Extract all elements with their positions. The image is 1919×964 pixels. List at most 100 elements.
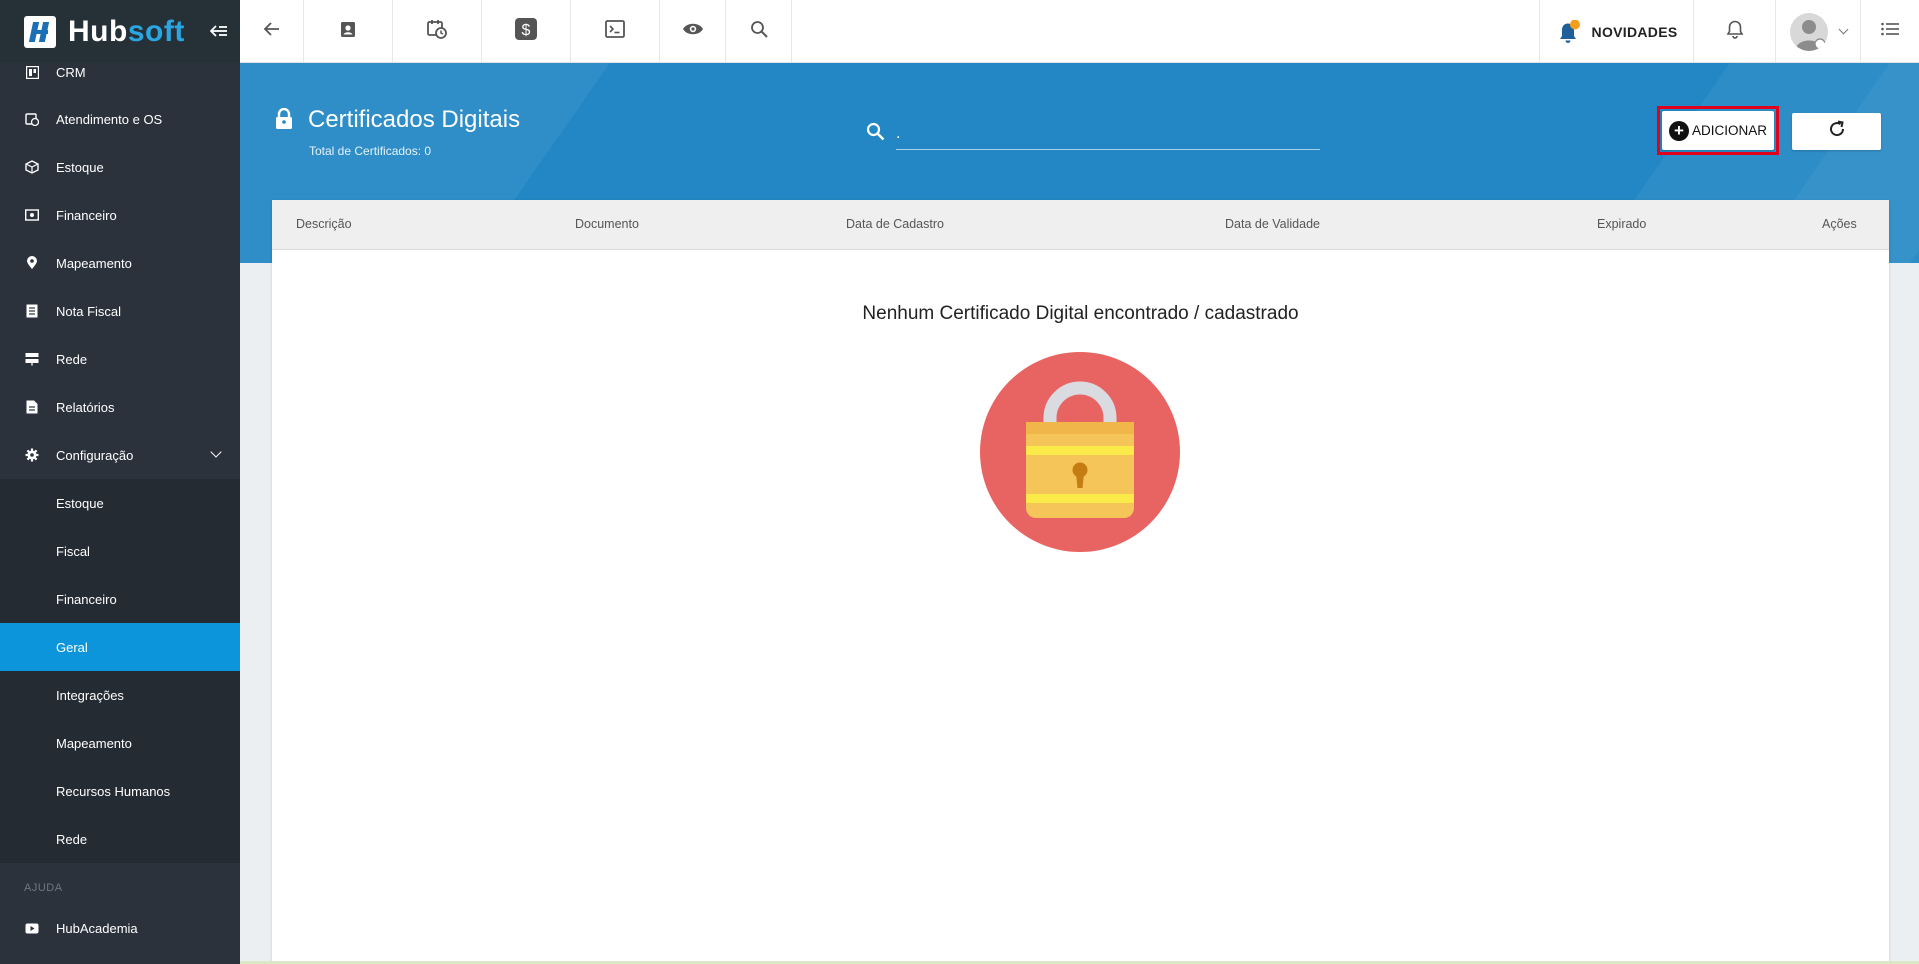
column-header-acoes: Ações — [1822, 217, 1857, 231]
user-menu[interactable] — [1775, 0, 1860, 63]
column-header-descricao[interactable]: Descrição — [296, 217, 352, 231]
sidebar-item-label: Rede — [56, 351, 88, 367]
document-icon — [25, 304, 39, 318]
search-icon — [866, 122, 885, 146]
sidebar-item-configuracao[interactable]: Configuração — [0, 431, 240, 479]
refresh-icon — [1828, 120, 1846, 143]
sidebar-sub-item-label: Estoque — [56, 495, 104, 511]
sidebar-item-hubacademia[interactable]: HubAcademia — [0, 904, 240, 952]
sidebar-sub-item-label: Mapeamento — [56, 735, 132, 751]
column-header-data-validade[interactable]: Data de Validade — [1225, 217, 1320, 231]
top-bar: $ NOVIDADES — [240, 0, 1919, 63]
add-button-label: ADICIONAR — [1691, 123, 1767, 138]
sidebar-section-ajuda: AJUDA — [24, 882, 63, 894]
sidebar-item-mapeamento[interactable]: Mapeamento — [0, 239, 240, 287]
sidebar-sub-item-label: Financeiro — [56, 591, 117, 607]
certificate-count: Total de Certificados: 0 — [309, 144, 432, 158]
server-icon — [25, 352, 39, 366]
contact-card-icon — [340, 21, 356, 43]
sidebar-sub-item-mapeamento[interactable]: Mapeamento — [0, 719, 240, 767]
sidebar: Hubsoft CRM Atendimento e OS Estoque Fin… — [0, 0, 240, 964]
back-arrow-icon — [263, 22, 280, 41]
novidades-button[interactable]: NOVIDADES — [1539, 0, 1693, 63]
sidebar-item-estoque[interactable]: Estoque — [0, 143, 240, 191]
sidebar-sub-item-label: Integrações — [56, 687, 124, 703]
sidebar-item-crm[interactable]: CRM — [0, 48, 240, 96]
sidebar-sub-item-label: Rede — [56, 831, 88, 847]
avatar — [1789, 12, 1828, 51]
youtube-icon — [25, 921, 39, 935]
sidebar-sub-item-fiscal[interactable]: Fiscal — [0, 527, 240, 575]
app-logo-text: Hubsoft — [68, 15, 185, 49]
column-header-documento[interactable]: Documento — [575, 217, 639, 231]
empty-state-lock-icon — [980, 352, 1180, 557]
sidebar-sub-item-recursos-humanos[interactable]: Recursos Humanos — [0, 767, 240, 815]
calendar-clock-icon — [427, 19, 447, 44]
board-icon — [25, 65, 39, 79]
sidebar-item-label: Mapeamento — [56, 255, 132, 271]
sidebar-item-label: CRM — [56, 64, 86, 80]
hubsoft-logo-icon — [24, 15, 56, 48]
empty-state-message: Nenhum Certificado Digital encontrado / … — [862, 303, 1299, 324]
eye-icon — [682, 22, 704, 41]
chevron-down-icon — [210, 446, 222, 458]
sidebar-item-label: Relatórios — [56, 399, 115, 415]
sidebar-item-label: Estoque — [56, 159, 104, 175]
sidebar-sub-item-estoque[interactable]: Estoque — [0, 479, 240, 527]
sidebar-item-label: HubAcademia — [56, 920, 138, 936]
sidebar-sub-item-label: Geral — [56, 639, 88, 655]
novidades-label: NOVIDADES — [1591, 23, 1678, 40]
sidebar-item-financeiro[interactable]: Financeiro — [0, 191, 240, 239]
chevron-down-icon — [1838, 24, 1848, 35]
page-title: Certificados Digitais — [308, 106, 521, 133]
dollar-icon: $ — [515, 18, 537, 45]
plus-circle-icon: + — [1668, 120, 1689, 141]
svg-text:$: $ — [522, 22, 531, 39]
add-button[interactable]: + ADICIONAR — [1662, 111, 1774, 150]
collapse-menu-icon[interactable] — [209, 22, 228, 43]
gear-icon — [25, 448, 39, 462]
refresh-button[interactable] — [1792, 113, 1881, 150]
column-header-expirado[interactable]: Expirado — [1597, 217, 1646, 231]
sidebar-item-label: Configuração — [56, 447, 134, 463]
table-header: Descrição Documento Data de Cadastro Dat… — [272, 200, 1889, 250]
menu-list-button[interactable] — [1860, 0, 1919, 63]
logo-soft: soft — [127, 14, 185, 48]
sidebar-item-label: Atendimento e OS — [56, 111, 163, 127]
sidebar-item-relatorios[interactable]: Relatórios — [0, 383, 240, 431]
novidades-bell-icon — [1556, 19, 1580, 44]
sidebar-sub-item-label: Fiscal — [56, 543, 90, 559]
logo-hub: Hub — [68, 14, 128, 48]
bell-icon — [1726, 19, 1744, 44]
sidebar-sub-item-geral[interactable]: Geral — [0, 623, 240, 671]
notifications-button[interactable] — [1693, 0, 1775, 63]
search-input[interactable] — [896, 118, 1320, 150]
report-icon — [25, 400, 39, 414]
search-icon — [750, 20, 768, 43]
certificates-table-card: Descrição Documento Data de Cadastro Dat… — [272, 200, 1889, 964]
finance-button[interactable]: $ — [482, 0, 571, 63]
sidebar-item-nota-fiscal[interactable]: Nota Fiscal — [0, 287, 240, 335]
search-button[interactable] — [726, 0, 792, 63]
sidebar-item-label: Nota Fiscal — [56, 303, 122, 319]
sidebar-sub-item-label: Recursos Humanos — [56, 783, 171, 799]
view-button[interactable] — [660, 0, 726, 63]
back-button[interactable] — [240, 0, 304, 63]
sidebar-sub-item-integracoes[interactable]: Integrações — [0, 671, 240, 719]
sidebar-sub-item-financeiro[interactable]: Financeiro — [0, 575, 240, 623]
sidebar-item-label: Financeiro — [56, 207, 117, 223]
calendar-clock-icon — [25, 112, 39, 126]
terminal-icon — [605, 20, 625, 43]
map-pin-icon — [25, 256, 39, 270]
box-icon — [25, 160, 39, 174]
terminal-button[interactable] — [571, 0, 660, 63]
money-icon — [25, 208, 39, 222]
lock-icon — [275, 107, 293, 135]
list-menu-icon — [1881, 22, 1899, 41]
sidebar-item-atendimento[interactable]: Atendimento e OS — [0, 95, 240, 143]
contacts-button[interactable] — [304, 0, 393, 63]
sidebar-sub-item-rede[interactable]: Rede — [0, 815, 240, 863]
column-header-data-cadastro[interactable]: Data de Cadastro — [846, 217, 944, 231]
schedule-button[interactable] — [393, 0, 482, 63]
sidebar-item-rede[interactable]: Rede — [0, 335, 240, 383]
